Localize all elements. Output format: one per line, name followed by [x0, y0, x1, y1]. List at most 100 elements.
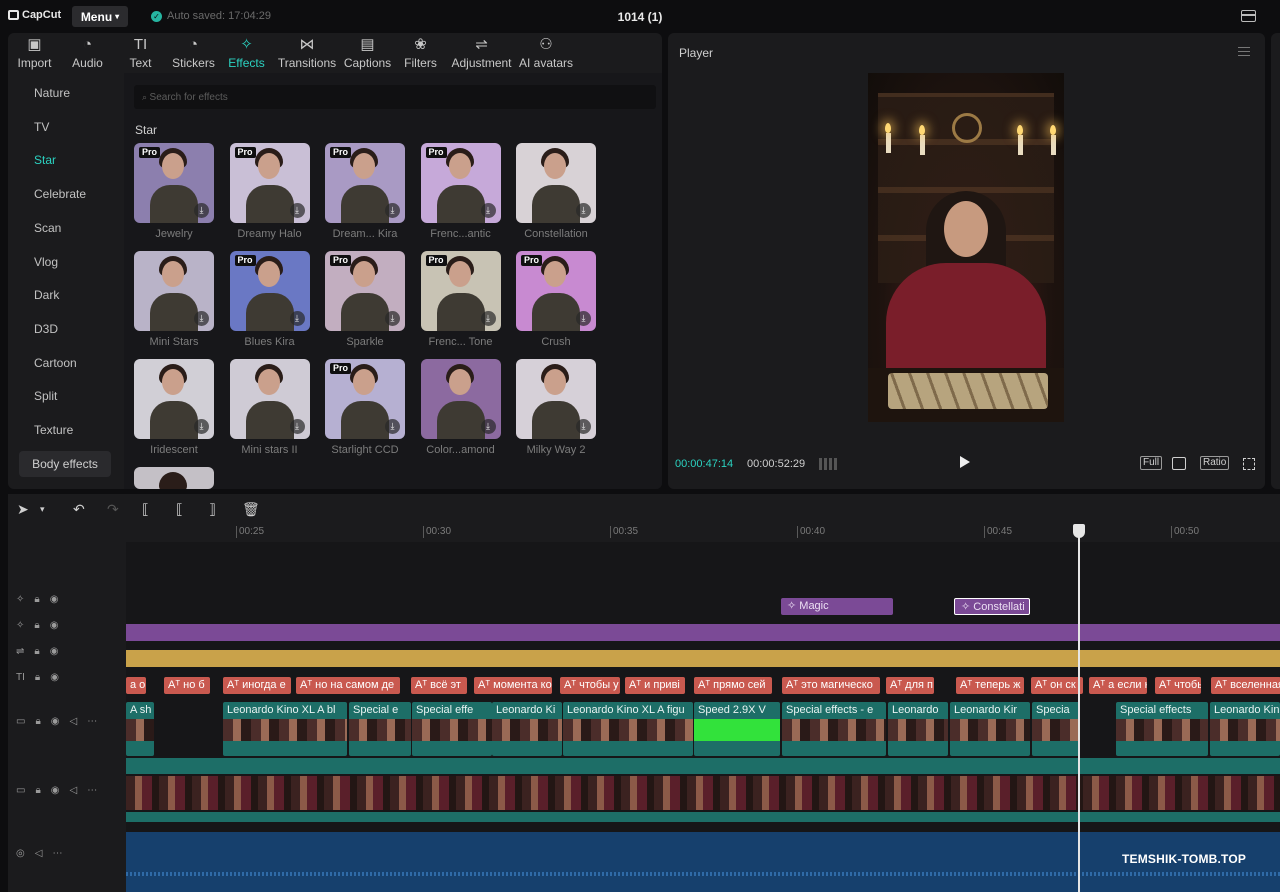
playhead-handle[interactable]	[1073, 524, 1085, 538]
effect-item[interactable]: Pro ⤓ Dream... Kira	[325, 143, 405, 240]
full-button[interactable]: Full	[1140, 456, 1163, 470]
text-clip[interactable]: Aᵀ это магическо	[782, 677, 880, 694]
download-icon[interactable]: ⤓	[385, 203, 400, 218]
lock-icon[interactable]: 🔒︎	[35, 716, 40, 727]
text-clip[interactable]: Aᵀ а если н	[1089, 677, 1147, 694]
adjustment-track-bar[interactable]	[126, 650, 1280, 667]
download-icon[interactable]: ⤓	[480, 419, 496, 434]
audio-track-icon[interactable]: ◎	[16, 848, 25, 859]
timeline-grid-icon[interactable]	[819, 458, 839, 470]
text-clip[interactable]: Aᵀ всё эт	[411, 677, 467, 694]
category-vlog[interactable]: Vlog	[34, 255, 58, 269]
download-icon[interactable]: ⤓	[385, 311, 400, 326]
playhead[interactable]	[1078, 524, 1080, 892]
effect-item[interactable]: ⤓ Color...amond	[420, 359, 501, 456]
video-clip[interactable]: Leonardo Ki	[492, 702, 562, 756]
chevron-down-icon[interactable]: ▾	[40, 504, 45, 515]
text-clip[interactable]: Aᵀ чтобы у	[560, 677, 620, 694]
text-clip[interactable]: Aᵀ но б	[164, 677, 210, 694]
effect-item[interactable]: Pro ⤓ Dreamy Halo	[229, 143, 310, 240]
video-clip[interactable]: Special e	[349, 702, 411, 756]
effect-item[interactable]: Pro ⤓ Crush	[516, 251, 596, 348]
audio-track[interactable]	[126, 832, 1280, 892]
volume-icon[interactable]: ◁	[70, 716, 78, 727]
video-clip[interactable]: Leonardo	[888, 702, 948, 756]
category-d3d[interactable]: D3D	[34, 322, 58, 336]
video-track-icon[interactable]: ▭	[16, 785, 25, 796]
video-clip[interactable]: Special effects	[1116, 702, 1208, 756]
eye-icon[interactable]: ◉	[50, 672, 59, 683]
text-clip[interactable]: Aᵀ но на самом де	[296, 677, 400, 694]
fullscreen-icon[interactable]	[1243, 458, 1255, 470]
download-icon[interactable]: ⤓	[576, 203, 591, 218]
text-clip[interactable]: Aᵀ для п	[886, 677, 934, 694]
category-dark[interactable]: Dark	[34, 288, 59, 302]
effect-item[interactable]: Pro ⤓ Frenc...antic	[420, 143, 501, 240]
text-clip[interactable]: а он	[126, 677, 146, 694]
split-icon[interactable]: ⟦	[142, 501, 149, 518]
tab-captions[interactable]: ▤ Captions	[341, 33, 394, 73]
download-icon[interactable]: ⤓	[289, 203, 305, 218]
effect-item[interactable]: ⤓ Iridescent	[134, 359, 214, 456]
video-clip[interactable]: Leonardo Kino XL A figu	[563, 702, 693, 756]
download-icon[interactable]: ⤓	[480, 311, 496, 326]
effect-item[interactable]: Pro ⤓ Blues Kira	[229, 251, 310, 348]
tab-transitions[interactable]: ⋈ Transitions	[273, 33, 341, 73]
video-clip[interactable]: Special effects - e	[782, 702, 886, 756]
video-clip[interactable]: Specia	[1032, 702, 1080, 756]
lock-icon[interactable]: 🔒︎	[35, 785, 40, 796]
category-star[interactable]: Star	[34, 153, 56, 167]
text-track-icon[interactable]: TI	[16, 672, 25, 683]
lock-icon[interactable]: 🔒︎	[34, 594, 39, 605]
text-clip[interactable]: Aᵀ чтобь	[1155, 677, 1201, 694]
category-tv[interactable]: TV	[34, 120, 49, 134]
eye-icon[interactable]: ◉	[50, 646, 59, 657]
eye-icon[interactable]: ◉	[51, 785, 60, 796]
category-cartoon[interactable]: Cartoon	[34, 356, 77, 370]
tab-ai-avatars[interactable]: ⚇ AI avatars	[516, 33, 576, 73]
effect-track-bar[interactable]	[126, 624, 1280, 641]
category-nature[interactable]: Nature	[34, 86, 70, 100]
trash-icon[interactable]: 🗑	[242, 501, 260, 518]
effect-clip[interactable]: ✧ Constellati	[954, 598, 1030, 615]
text-clip[interactable]: Aᵀ момента ко	[474, 677, 552, 694]
tab-text[interactable]: TI Text	[114, 33, 167, 73]
video-clip[interactable]: Speed 2.9X V	[694, 702, 780, 756]
effects-search-input[interactable]: ⌕ Search for effects	[134, 85, 656, 109]
eye-icon[interactable]: ◉	[50, 594, 59, 605]
video-track-icon[interactable]: ▭	[16, 716, 25, 727]
download-icon[interactable]: ⤓	[576, 311, 591, 326]
download-icon[interactable]: ⤓	[194, 311, 209, 326]
eye-icon[interactable]: ◉	[51, 716, 60, 727]
text-clip[interactable]: Aᵀ и приві	[625, 677, 685, 694]
screenshot-icon[interactable]	[1172, 457, 1186, 470]
more-icon[interactable]: ⋯	[52, 848, 62, 859]
tab-stickers[interactable]: ◔ Stickers	[167, 33, 220, 73]
category-split[interactable]: Split	[34, 389, 57, 403]
video-clip[interactable]: Leonardo Kir	[950, 702, 1030, 756]
select-cursor-icon[interactable]: ➤	[17, 501, 29, 518]
lock-icon[interactable]: 🔒︎	[34, 620, 39, 631]
video-clip[interactable]: Leonardo Kin	[1210, 702, 1280, 756]
effect-item[interactable]: ⤓ Mini Stars	[134, 251, 214, 348]
layout-icon[interactable]	[1241, 10, 1256, 22]
redo-icon[interactable]: ↷	[107, 501, 119, 518]
lock-icon[interactable]: 🔒︎	[35, 672, 40, 683]
download-icon[interactable]: ⤓	[194, 203, 209, 218]
effect-item[interactable]: ⤓ Constellation	[516, 143, 596, 240]
effect-item[interactable]: Pro ⤓ Jewelry	[134, 143, 214, 240]
video-preview[interactable]	[868, 73, 1064, 422]
more-icon[interactable]: ⋯	[87, 716, 97, 727]
text-clip[interactable]: Aᵀ иногда е	[223, 677, 291, 694]
video-clip[interactable]: Leonardo Kino XL A bl	[223, 702, 347, 756]
effect-clip[interactable]: ✧ Magic	[781, 598, 893, 615]
effect-item[interactable]: ⤓ Mini stars II	[229, 359, 310, 456]
delete-left-icon[interactable]: ⟦	[176, 501, 183, 518]
play-icon[interactable]	[960, 456, 970, 468]
effect-item[interactable]: Pro ⤓ Starlight CCD	[325, 359, 405, 456]
video-clip[interactable]: A sh	[126, 702, 154, 756]
download-icon[interactable]: ⤓	[576, 419, 591, 434]
effect-item[interactable]: Pro ⤓ Sparkle	[325, 251, 405, 348]
text-clip[interactable]: Aᵀ вселенная	[1211, 677, 1280, 694]
delete-right-icon[interactable]: ⟧	[209, 501, 216, 518]
